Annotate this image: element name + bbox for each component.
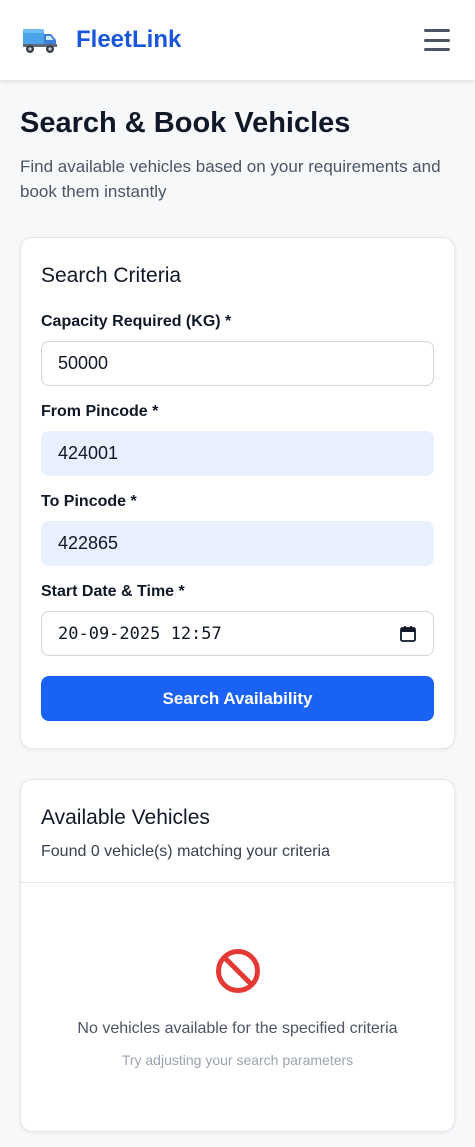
capacity-input[interactable]: 50000 — [41, 341, 434, 386]
page-title: Search & Book Vehicles — [20, 107, 351, 139]
hamburger-menu-icon[interactable] — [424, 29, 450, 51]
menu-bar — [424, 38, 450, 42]
search-criteria-title: Search Criteria — [41, 264, 182, 287]
start-datetime-field-group: Start Date & Time * 20-09-2025 12:57 — [41, 582, 434, 656]
brand-name: FleetLink — [76, 26, 182, 53]
from-pincode-value: 424001 — [58, 443, 119, 463]
to-pincode-input[interactable]: 422865 — [41, 521, 434, 566]
capacity-field-group: Capacity Required (KG) * 50000 — [41, 312, 434, 386]
available-vehicles-card: Available Vehicles Found 0 vehicle(s) ma… — [20, 779, 455, 1132]
empty-state: No vehicles available for the specified … — [21, 883, 454, 1069]
search-availability-button[interactable]: Search Availability — [41, 676, 434, 721]
start-datetime-input[interactable]: 20-09-2025 12:57 — [41, 611, 434, 656]
to-pincode-value: 422865 — [58, 533, 119, 553]
menu-bar — [424, 48, 450, 51]
top-navbar: FleetLink — [0, 0, 475, 80]
empty-state-hint: Try adjusting your search parameters — [121, 1052, 354, 1068]
menu-bar — [424, 29, 450, 32]
brand[interactable]: FleetLink — [22, 26, 181, 54]
to-pincode-field-group: To Pincode * 422865 — [41, 492, 434, 566]
truck-icon — [23, 29, 57, 53]
results-header: Available Vehicles Found 0 vehicle(s) ma… — [21, 780, 454, 883]
no-entry-icon — [215, 949, 260, 993]
to-pincode-label: To Pincode * — [41, 493, 137, 510]
from-pincode-label: From Pincode * — [41, 403, 159, 420]
available-vehicles-title: Available Vehicles — [41, 806, 210, 829]
results-count: Found 0 vehicle(s) matching your criteri… — [41, 843, 331, 860]
empty-state-title: No vehicles available for the specified … — [77, 1020, 398, 1037]
start-datetime-value: 20-09-2025 12:57 — [58, 623, 222, 644]
from-pincode-input[interactable]: 424001 — [41, 431, 434, 476]
calendar-icon[interactable] — [399, 625, 417, 643]
capacity-label: Capacity Required (KG) * — [41, 313, 232, 330]
search-criteria-card: Search Criteria Capacity Required (KG) *… — [20, 237, 455, 749]
page-subtitle: Find available vehicles based on your re… — [20, 157, 441, 201]
main-content: Search & Book Vehicles Find available ve… — [0, 106, 475, 1132]
start-datetime-label: Start Date & Time * — [41, 583, 185, 600]
capacity-value: 50000 — [58, 353, 109, 373]
from-pincode-field-group: From Pincode * 424001 — [41, 402, 434, 476]
